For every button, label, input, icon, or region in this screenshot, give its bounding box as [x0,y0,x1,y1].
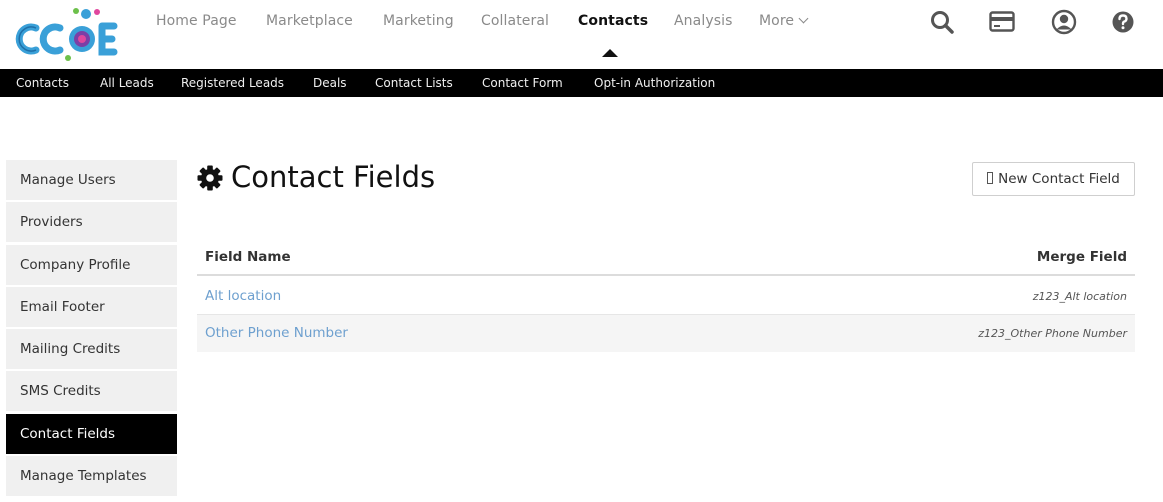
subnav-registered-leads[interactable]: Registered Leads [181,76,284,90]
sidebar-item-providers[interactable]: Providers [6,202,177,242]
subnav-contact-form[interactable]: Contact Form [482,76,563,90]
table-header: Field Name Merge Field [197,240,1135,276]
nav-analysis[interactable]: Analysis [674,13,732,29]
new-contact-field-button[interactable]: New Contact Field [972,162,1135,196]
add-icon [987,172,994,184]
gear-icon [197,165,223,191]
sidebar-item-manage-users[interactable]: Manage Users [6,160,177,200]
user-account-icon[interactable] [1051,9,1077,35]
sidebar-item-company-profile[interactable]: Company Profile [6,245,177,285]
chevron-down-icon [798,13,809,24]
merge-field-value: z123_Other Phone Number [978,327,1127,340]
nav-collateral[interactable]: Collateral [481,13,549,29]
table-row: Other Phone Number z123_Other Phone Numb… [197,315,1135,352]
top-header: Home Page Marketplace Marketing Collater… [0,0,1163,69]
merge-field-value: z123_Alt location [1032,290,1127,303]
subnav-contact-lists[interactable]: Contact Lists [375,76,453,90]
active-nav-caret-icon [602,49,618,57]
subnav-contacts[interactable]: Contacts [16,76,69,90]
sidebar-item-manage-templates[interactable]: Manage Templates [6,456,177,496]
search-icon[interactable] [929,9,955,35]
table-row: Alt location z123_Alt location [197,278,1135,315]
field-name-link[interactable]: Other Phone Number [205,325,348,341]
contacts-sub-nav: Contacts All Leads Registered Leads Deal… [0,69,1163,97]
page-title: Contact Fields [231,160,436,194]
field-name-link[interactable]: Alt location [205,288,281,304]
sidebar-item-mailing-credits[interactable]: Mailing Credits [6,329,177,369]
sidebar-item-contact-fields[interactable]: Contact Fields [6,414,177,454]
nav-marketing[interactable]: Marketing [383,13,454,29]
ccoe-logo[interactable] [14,6,124,64]
column-header-field-name[interactable]: Field Name [205,249,291,265]
nav-contacts[interactable]: Contacts [578,13,648,29]
nav-more[interactable]: More [759,13,809,29]
new-contact-field-label: New Contact Field [998,171,1120,187]
sidebar-item-sms-credits[interactable]: SMS Credits [6,371,177,411]
nav-more-label: More [759,13,795,29]
sidebar-item-email-footer[interactable]: Email Footer [6,287,177,327]
subnav-deals[interactable]: Deals [313,76,347,90]
nav-home-page[interactable]: Home Page [156,13,237,29]
nav-marketplace[interactable]: Marketplace [266,13,353,29]
help-icon[interactable] [1110,9,1136,35]
subnav-opt-in-authorization[interactable]: Opt-in Authorization [594,76,715,90]
column-header-merge-field[interactable]: Merge Field [1037,249,1127,265]
subnav-all-leads[interactable]: All Leads [100,76,154,90]
credit-card-icon[interactable] [989,9,1015,35]
